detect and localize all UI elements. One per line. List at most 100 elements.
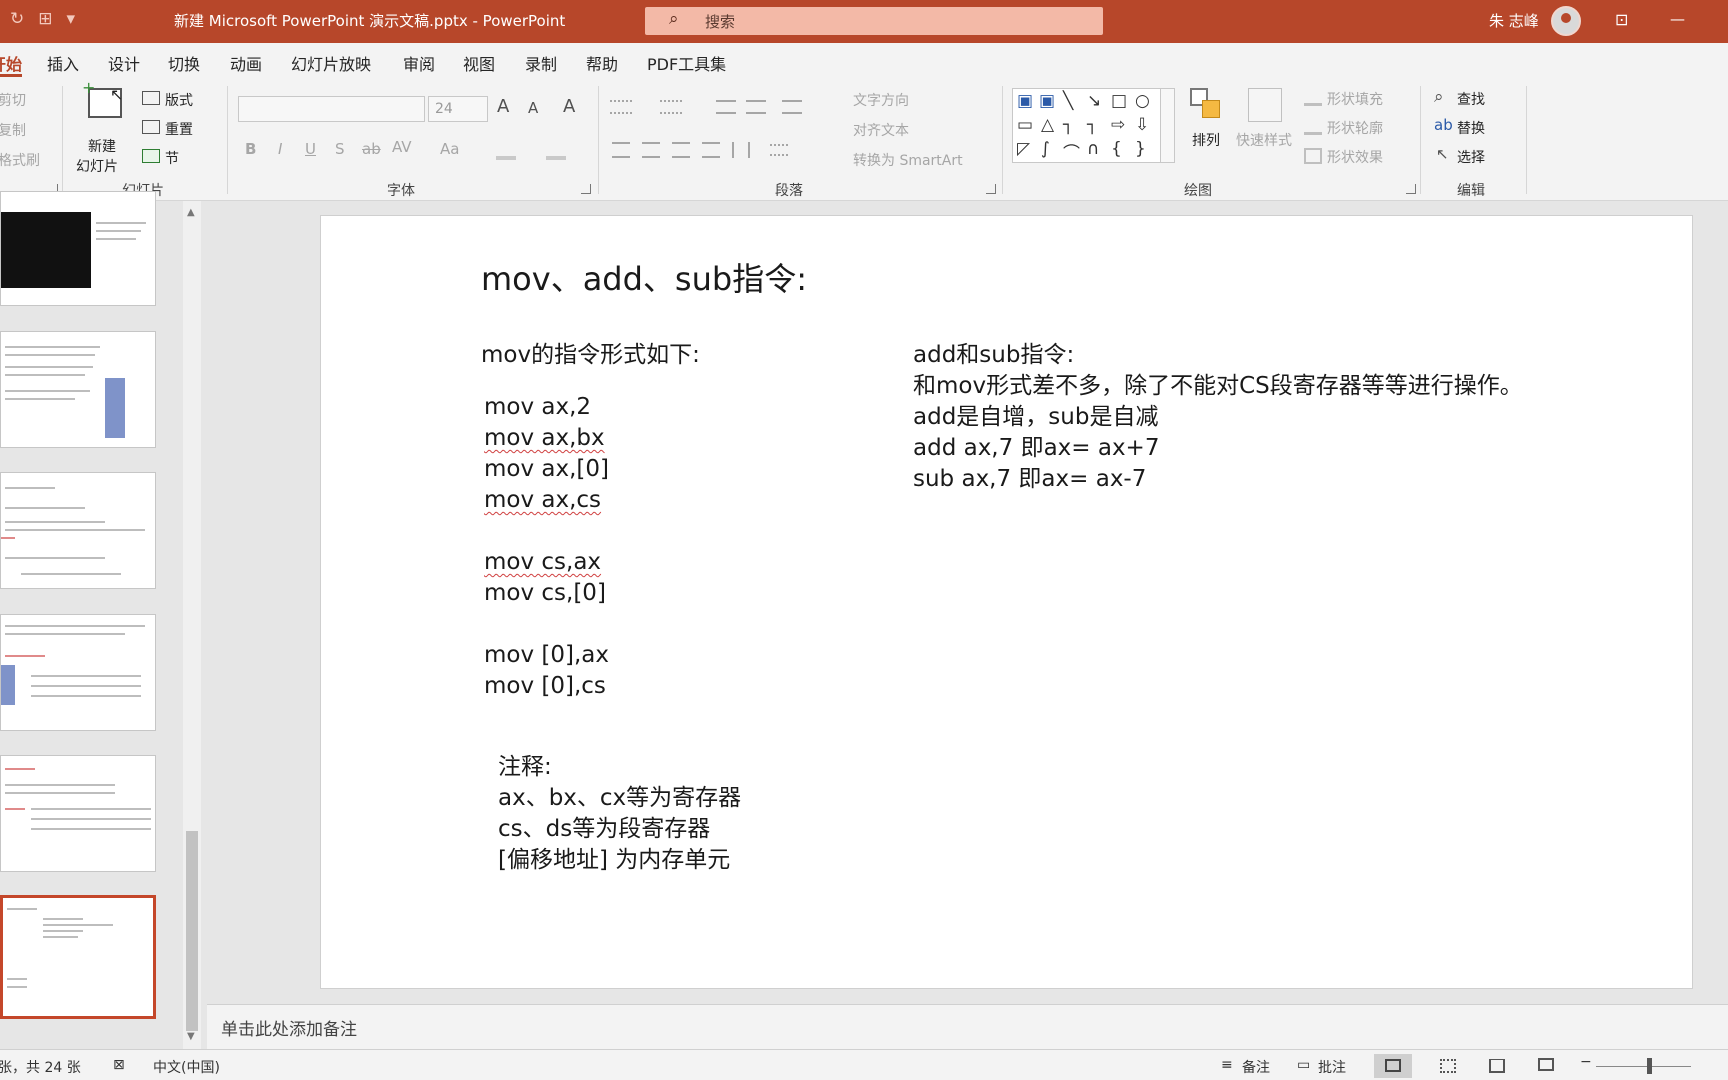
ribbon-display-icon[interactable]: ⊡ [1615,10,1628,29]
bullets-icon[interactable] [610,100,632,114]
mov-line[interactable]: mov [0],cs [484,671,606,702]
shape-fill-button[interactable]: 形状填充 [1327,89,1383,109]
mov-line[interactable]: mov ax,cs [484,485,601,516]
scroll-down-icon[interactable]: ▼ [187,1031,195,1042]
right-arrow-shape-icon[interactable]: ⇨ [1111,115,1125,135]
format-painter-button[interactable]: 格式刷 [0,150,40,170]
arc-shape-icon[interactable]: ⌒ [1063,139,1080,164]
slide-thumbnail[interactable] [0,331,156,448]
gallery-scroll[interactable] [1160,88,1175,163]
reading-view-icon[interactable] [1489,1059,1505,1073]
pin-icon[interactable]: ⊞ [38,9,52,29]
connector-shape-icon[interactable]: ┐ [1063,115,1073,135]
italic-icon[interactable]: I [278,140,282,158]
comments-button[interactable]: 批注 [1318,1057,1346,1077]
font-name-combo[interactable] [238,96,425,122]
new-slide-button[interactable]: + 新建 幻灯片 [72,80,138,175]
font-launcher-icon[interactable] [581,184,591,194]
zoom-out-icon[interactable]: − [1580,1054,1592,1070]
slide-title[interactable]: mov、add、sub指令: [481,259,807,299]
slide-thumbnail[interactable] [0,472,156,589]
brace-left-shape-icon[interactable]: { [1111,139,1122,159]
drawing-launcher-icon[interactable] [1406,184,1416,194]
notes-button[interactable]: 备注 [1242,1057,1270,1077]
slideshow-view-icon[interactable] [1538,1058,1554,1071]
rectangle-shape-icon[interactable]: □ [1111,91,1127,111]
tab-transitions[interactable]: 切换 [168,51,200,75]
align-right-icon[interactable] [672,142,690,158]
increase-indent-icon[interactable] [746,100,766,114]
paragraph-align-icon[interactable] [770,144,788,156]
normal-view-button[interactable] [1374,1054,1412,1078]
slide-sorter-icon[interactable] [1440,1059,1456,1073]
arrange-button[interactable]: 排列 [1192,130,1220,150]
triangle-shape-icon[interactable]: △ [1041,115,1054,135]
font-size-combo[interactable]: 24 [428,96,488,122]
user-avatar-icon[interactable] [1551,6,1581,36]
tab-animations[interactable]: 动画 [230,51,262,75]
mov-line[interactable]: mov cs,ax [484,547,601,578]
add-sub-line[interactable]: 和mov形式差不多，除了不能对CS段寄存器等等进行操作。 [913,371,1523,402]
mov-line[interactable]: mov ax,[0] [484,454,609,485]
add-sub-line[interactable]: add是自增，sub是自减 [913,402,1158,433]
minimize-icon[interactable]: — [1670,10,1685,28]
arrow-line-shape-icon[interactable]: ↘ [1087,91,1101,111]
oval-shape-icon[interactable]: ○ [1135,91,1150,111]
notes-placeholder[interactable]: 单击此处添加备注 [221,1015,357,1040]
notes-pane[interactable]: 单击此处添加备注 [207,1004,1728,1049]
select-button[interactable]: 选择 [1457,147,1485,167]
zoom-slider-track[interactable] [1596,1066,1691,1067]
tab-design[interactable]: 设计 [108,51,140,75]
decrease-indent-icon[interactable] [716,100,736,114]
thumbnail-scrollbar[interactable]: ▲ ▼ [183,201,201,1049]
mov-line[interactable]: mov cs,[0] [484,578,606,609]
line-spacing-icon[interactable] [782,100,802,114]
redo-icon[interactable]: ↻ [10,9,24,29]
note-line[interactable]: ax、bx、cx等为寄存器 [498,783,741,814]
text-direction-button[interactable]: 文字方向 [853,90,909,110]
shapes-gallery[interactable]: ▣ ▣ ╲ ↘ □ ○ ▭ △ ┐ ┐ ⇨ ⇩ ◸ ∫ ⌒ ∩ { } [1012,88,1167,164]
elbow-arrow-shape-icon[interactable]: ┐ [1087,115,1097,135]
shrink-font-icon[interactable]: A [528,99,538,117]
layout-button[interactable]: 版式 [165,90,193,110]
search-box[interactable]: ⌕ 搜索 [645,7,1103,35]
add-sub-line[interactable]: add和sub指令: [913,340,1074,371]
section-button[interactable]: 节 [165,148,179,168]
font-color-icon[interactable] [546,142,566,160]
paragraph-launcher-icon[interactable] [986,184,996,194]
language-indicator[interactable]: 中文(中国) [153,1057,220,1077]
tab-insert[interactable]: 插入 [47,51,79,75]
convert-smartart-button[interactable]: 转换为 SmartArt [853,150,963,170]
user-name[interactable]: 朱 志峰 [1489,10,1539,31]
add-sub-line[interactable]: sub ax,7 即ax= ax-7 [913,464,1146,495]
tab-home[interactable]: 开始 [0,51,22,75]
down-arrow-shape-icon[interactable]: ⇩ [1135,115,1149,135]
tab-view[interactable]: 视图 [463,51,495,75]
tab-help[interactable]: 帮助 [586,51,618,75]
tab-pdf-tools[interactable]: PDF工具集 [647,51,726,75]
columns-icon[interactable] [732,142,750,158]
align-text-button[interactable]: 对齐文本 [853,120,909,140]
reset-button[interactable]: 重置 [165,119,193,139]
slide-thumbnail-pane[interactable] [0,191,207,1049]
highlight-color-icon[interactable] [496,142,516,160]
clear-format-icon[interactable]: A [563,96,575,117]
mov-line[interactable]: mov [0],ax [484,640,609,671]
customize-qat-icon[interactable]: ▾ [67,9,76,29]
curve-shape-icon[interactable]: ∩ [1087,139,1099,159]
scroll-up-icon[interactable]: ▲ [187,207,195,218]
underline-icon[interactable]: U [305,140,316,158]
align-left-icon[interactable] [612,142,630,158]
slide-thumbnail[interactable] [0,191,156,306]
mov-heading[interactable]: mov的指令形式如下: [481,340,700,371]
note-line[interactable]: cs、ds等为段寄存器 [498,814,710,845]
cut-button[interactable]: 剪切 [0,90,26,110]
tab-record[interactable]: 录制 [525,51,557,75]
accessibility-icon[interactable]: ⊠ [113,1057,125,1073]
zoom-slider-thumb[interactable] [1647,1058,1652,1074]
grow-font-icon[interactable]: A [497,96,509,117]
shape-outline-button[interactable]: 形状轮廓 [1327,118,1383,138]
tab-slideshow[interactable]: 幻灯片放映 [291,51,371,75]
slide-thumbnail-selected[interactable] [0,895,156,1019]
shape-effects-button[interactable]: 形状效果 [1327,147,1383,167]
